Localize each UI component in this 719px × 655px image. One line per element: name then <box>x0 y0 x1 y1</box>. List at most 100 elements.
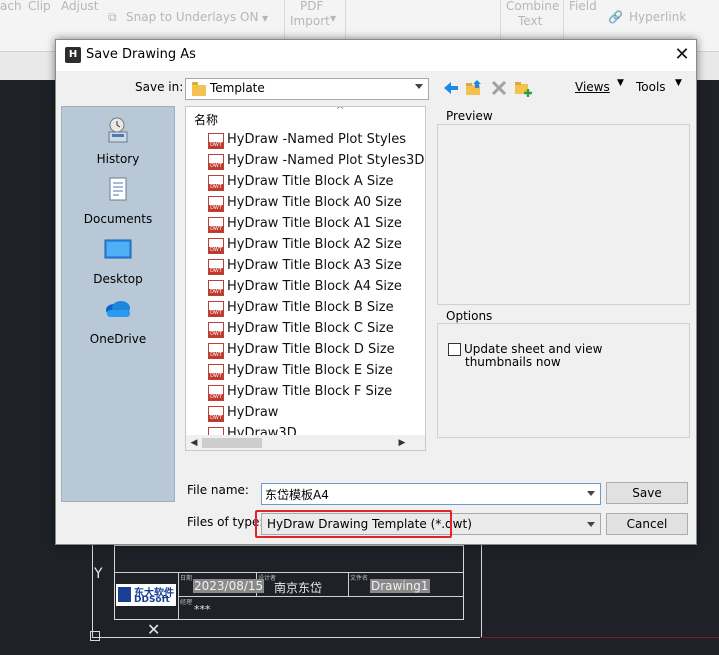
cancel-button[interactable]: Cancel <box>606 513 688 535</box>
place-onedrive[interactable]: OneDrive <box>62 292 174 348</box>
column-header-name[interactable]: 名称 <box>194 111 218 128</box>
delete-icon[interactable] <box>489 78 509 98</box>
save-in-dropdown[interactable]: Template <box>185 78 429 100</box>
save-in-value: Template <box>210 81 265 95</box>
options-group <box>437 323 690 438</box>
file-name-label: File name: <box>187 483 249 497</box>
file-list-item[interactable]: HyDraw Title Block A3 Size <box>208 257 418 277</box>
title-block-line <box>114 572 464 573</box>
place-history[interactable]: History <box>62 112 174 168</box>
file-list-item[interactable]: HyDraw Title Block A4 Size <box>208 278 418 298</box>
dwt-file-icon <box>208 406 224 422</box>
ribbon-label-fragment: ach <box>0 0 22 13</box>
dwt-file-icon <box>208 133 224 149</box>
dialog-title-bar[interactable]: H Save Drawing As ✕ <box>56 40 696 71</box>
ribbon-clip-button[interactable]: Clip <box>28 0 51 13</box>
file-name: HyDraw Title Block E Size <box>227 363 393 378</box>
file-name: HyDraw Title Block A0 Size <box>227 195 402 210</box>
file-name: HyDraw Title Block F Size <box>227 384 393 399</box>
onedrive-icon <box>106 301 130 317</box>
ucs-origin-icon <box>90 631 100 641</box>
back-arrow-icon[interactable] <box>441 78 461 98</box>
history-icon <box>108 117 128 143</box>
save-drawing-as-dialog: H Save Drawing As ✕ Save in: Template Vi… <box>55 39 697 545</box>
file-list-item[interactable]: HyDraw Title Block A2 Size <box>208 236 418 256</box>
file-list-item[interactable]: HyDraw Title Block A1 Size <box>208 215 418 235</box>
file-list-item[interactable]: HyDraw Title Block C Size <box>208 320 418 340</box>
file-list-item[interactable]: HyDraw Title Block B Size <box>208 299 418 319</box>
horizontal-scrollbar[interactable]: ◀ ▶ <box>186 435 425 450</box>
file-list-item[interactable]: HyDraw -Named Plot Styles3D <box>208 152 424 172</box>
file-name: HyDraw Title Block A1 Size <box>227 216 402 231</box>
sort-ascending-icon[interactable]: ^ <box>336 107 344 116</box>
file-list-item[interactable]: HyDraw -Named Plot Styles <box>208 131 418 151</box>
file-list-item[interactable]: HyDraw Title Block E Size <box>208 362 418 382</box>
file-name-value: 东岱模板A4 <box>265 488 329 502</box>
close-button[interactable]: ✕ <box>668 43 696 69</box>
scroll-left-icon[interactable]: ◀ <box>189 438 199 448</box>
chevron-down-icon: ▼ <box>262 14 269 23</box>
title-block-line <box>178 596 464 597</box>
new-folder-icon[interactable] <box>513 78 533 98</box>
company-logo: 东大软件 DDSoft <box>116 584 176 606</box>
combine-text-label-1[interactable]: Combine <box>506 0 559 13</box>
logo-mark-icon <box>118 587 131 602</box>
dwt-file-icon <box>208 364 224 380</box>
dialog-title: Save Drawing As <box>86 47 196 62</box>
file-list[interactable]: ^ 名称 HyDraw -Named Plot Styles HyDraw -Na… <box>185 106 426 451</box>
file-list-item[interactable]: HyDraw Title Block A0 Size <box>208 194 418 214</box>
combine-text-label-2[interactable]: Text <box>518 14 542 28</box>
documents-icon <box>109 177 127 201</box>
hyperlink-button[interactable]: Hyperlink <box>629 10 686 24</box>
horizontal-scroll-thumb[interactable] <box>202 438 262 448</box>
file-list-item[interactable]: HyDraw Title Block D Size <box>208 341 418 361</box>
scroll-right-icon[interactable]: ▶ <box>397 438 407 448</box>
dwt-file-icon <box>208 259 224 275</box>
title-block-line <box>348 572 349 596</box>
dwt-file-icon <box>208 238 224 254</box>
place-label: Desktop <box>93 272 143 286</box>
title-block-line <box>178 572 179 620</box>
file-list-item[interactable]: HyDraw Title Block F Size <box>208 383 418 403</box>
logo-text-en: DDSoft <box>134 595 170 605</box>
tools-menu[interactable]: Tools <box>636 80 666 94</box>
preview-label: Preview <box>444 109 495 123</box>
place-label: History <box>96 152 140 166</box>
dwt-file-icon <box>208 154 224 170</box>
places-bar: History Documents Desktop OneDrive <box>61 106 175 502</box>
update-thumbnails-label-1: Update sheet and view <box>464 342 603 356</box>
dwt-file-icon <box>208 301 224 317</box>
title-block-designer: 南京东岱 <box>274 581 323 595</box>
dwt-file-icon <box>208 196 224 212</box>
file-list-item[interactable]: HyDraw Title Block A Size <box>208 173 418 193</box>
title-block-date: 2023/08/15 <box>193 579 265 593</box>
up-one-level-icon[interactable] <box>464 78 484 98</box>
dwt-file-icon <box>208 280 224 296</box>
place-desktop[interactable]: Desktop <box>62 232 174 288</box>
title-block-filename-label: 文件名 <box>350 575 369 582</box>
field-button[interactable]: Field <box>569 0 597 13</box>
desktop-icon <box>104 239 132 259</box>
file-list-item[interactable]: HyDraw <box>208 404 418 424</box>
update-thumbnails-checkbox[interactable] <box>448 343 461 356</box>
y-axis-icon: Y <box>94 566 103 582</box>
save-in-label: Save in: <box>135 80 184 94</box>
snap-to-underlays-button[interactable]: Snap to Underlays ON <box>126 10 258 24</box>
place-documents[interactable]: Documents <box>62 172 174 228</box>
file-name-input[interactable]: 东岱模板A4 <box>261 483 601 505</box>
chevron-down-icon[interactable] <box>587 491 595 496</box>
tools-chevron-down-icon[interactable]: ▼ <box>675 78 682 88</box>
options-label: Options <box>444 309 495 323</box>
views-chevron-down-icon[interactable]: ▼ <box>617 78 624 88</box>
pdf-import-label-1[interactable]: PDF <box>300 0 323 13</box>
views-menu[interactable]: Views <box>575 80 610 94</box>
dwt-file-icon <box>208 343 224 359</box>
app-logo-icon: H <box>65 47 81 63</box>
chevron-down-icon: ▼ <box>330 14 337 23</box>
pdf-import-label-2[interactable]: Import <box>290 14 330 28</box>
hyperlink-icon: 🔗 <box>608 10 623 24</box>
file-name: HyDraw Title Block A4 Size <box>227 279 402 294</box>
save-button[interactable]: Save <box>606 482 688 504</box>
chevron-down-icon <box>587 522 595 527</box>
ribbon-adjust-button[interactable]: Adjust <box>61 0 99 13</box>
